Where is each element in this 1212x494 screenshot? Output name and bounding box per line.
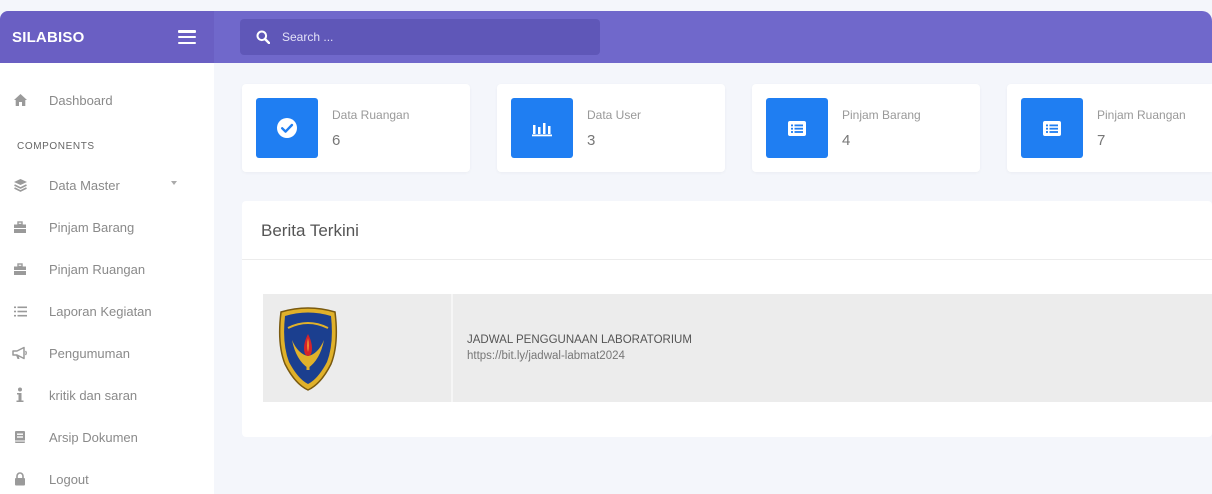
brand-header: SILABISO: [0, 11, 214, 63]
news-item[interactable]: JADWAL PENGGUNAAN LABORATORIUM https://b…: [263, 294, 1212, 402]
stat-card-pinjam-barang[interactable]: Pinjam Barang 4: [752, 84, 980, 172]
list-alt-icon: [1043, 120, 1061, 136]
sidebar-item-label: Pinjam Ruangan: [49, 261, 146, 277]
home-icon: [12, 92, 28, 108]
sidebar-item-dashboard[interactable]: Dashboard: [0, 85, 214, 115]
sidebar-item-laporan-kegiatan[interactable]: Laporan Kegiatan: [0, 296, 214, 326]
sidebar-item-label: kritik dan saran: [49, 387, 138, 403]
info-icon: [12, 387, 28, 403]
divider: [242, 259, 1212, 260]
briefcase-icon: [12, 219, 28, 235]
stat-value: 6: [332, 132, 341, 149]
list-alt-icon: [788, 120, 806, 136]
panel-title: Berita Terkini: [261, 221, 359, 240]
news-panel: Berita Terkini JADWAL PENGGUNAAN LABORAT…: [242, 201, 1212, 437]
hamburger-menu-icon[interactable]: [178, 30, 196, 44]
stat-card-data-user[interactable]: Data User 3: [497, 84, 725, 172]
components-section-label: COMPONENTS: [17, 141, 95, 152]
sidebar-item-logout[interactable]: Logout: [0, 464, 214, 494]
top-bar: SILABISO: [0, 11, 1212, 63]
stat-label: Pinjam Barang: [842, 108, 921, 122]
news-image-cell: [263, 294, 453, 402]
stat-value: 3: [587, 132, 596, 149]
sidebar: Dashboard COMPONENTS Data Master Pinjam …: [0, 63, 214, 494]
megaphone-icon: [12, 345, 28, 361]
sidebar-item-label: Logout: [49, 471, 89, 487]
stat-value: 7: [1097, 132, 1106, 149]
briefcase-icon: [12, 261, 28, 277]
news-title[interactable]: JADWAL PENGGUNAAN LABORATORIUM: [467, 334, 692, 346]
stat-tile: [511, 98, 573, 158]
sidebar-item-arsip-dokumen[interactable]: Arsip Dokumen: [0, 422, 214, 452]
sidebar-item-label: Pinjam Barang: [49, 219, 135, 235]
navbar: [214, 11, 1212, 63]
stat-tile: [256, 98, 318, 158]
stat-card-data-ruangan[interactable]: Data Ruangan 6: [242, 84, 470, 172]
list-icon: [12, 303, 28, 319]
book-icon: [12, 429, 28, 445]
sidebar-item-label: Pengumuman: [49, 345, 130, 361]
sidebar-item-kritik-dan-saran[interactable]: kritik dan saran: [0, 380, 214, 410]
stat-value: 4: [842, 132, 851, 149]
sidebar-item-pengumuman[interactable]: Pengumuman: [0, 338, 214, 368]
sidebar-item-label: Laporan Kegiatan: [49, 303, 152, 319]
brand-name[interactable]: SILABISO: [12, 29, 84, 46]
sidebar-item-pinjam-ruangan[interactable]: Pinjam Ruangan: [0, 254, 214, 284]
sidebar-item-data-master[interactable]: Data Master: [0, 170, 214, 200]
stat-tile: [766, 98, 828, 158]
stat-card-pinjam-ruangan[interactable]: Pinjam Ruangan 7: [1007, 84, 1212, 172]
search-input[interactable]: [282, 30, 582, 44]
stat-tile: [1021, 98, 1083, 158]
university-emblem: [278, 307, 338, 391]
search-box[interactable]: [240, 19, 600, 55]
sidebar-item-pinjam-barang[interactable]: Pinjam Barang: [0, 212, 214, 242]
layers-icon: [12, 177, 28, 193]
search-icon: [256, 30, 270, 44]
news-link[interactable]: https://bit.ly/jadwal-labmat2024: [467, 350, 625, 362]
stat-label: Pinjam Ruangan: [1097, 108, 1186, 122]
stat-label: Data User: [587, 108, 642, 122]
stat-label: Data Ruangan: [332, 108, 410, 122]
lock-icon: [12, 471, 28, 487]
check-circle-icon: [277, 118, 297, 138]
bar-chart-icon: [532, 123, 552, 137]
sidebar-item-label: Arsip Dokumen: [49, 429, 138, 445]
sidebar-item-label: Data Master: [49, 177, 120, 193]
chevron-down-icon: [171, 181, 177, 185]
sidebar-item-label: Dashboard: [49, 92, 113, 108]
